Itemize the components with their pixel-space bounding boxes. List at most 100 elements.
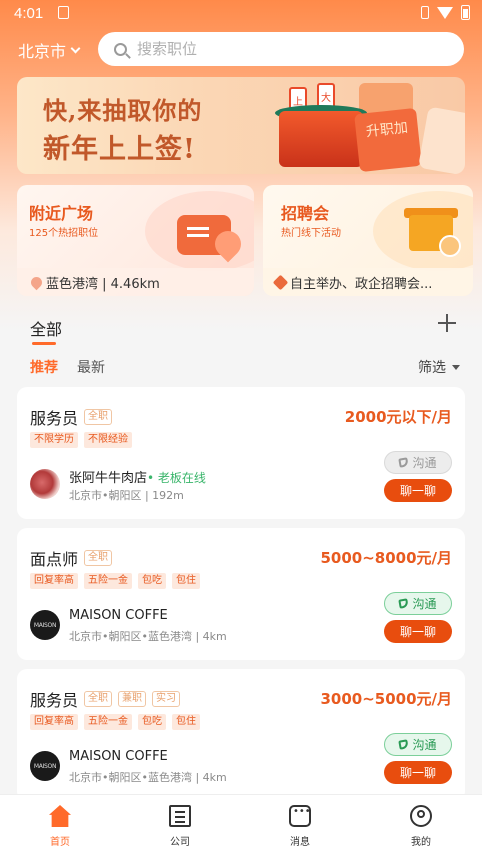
nav-label: 公司 — [170, 837, 190, 848]
job-tag: 包吃 — [138, 573, 166, 589]
add-icon[interactable] — [438, 314, 456, 332]
vibrate-icon — [421, 6, 429, 19]
job-type-chip: 全职 — [84, 691, 113, 707]
job-title: 服务员 — [30, 409, 79, 428]
job-title: 面点师 — [30, 550, 79, 569]
online-status: • 老板在线 — [147, 471, 206, 485]
nav-label: 我的 — [411, 837, 431, 848]
contact-button[interactable]: 沟通 — [384, 733, 452, 756]
sim-icon — [58, 6, 69, 19]
banner-card-art — [418, 106, 465, 174]
job-tag: 包吃 — [138, 714, 166, 730]
shop-name: MAISON COFFE — [69, 749, 168, 764]
job-tag: 包住 — [172, 714, 200, 730]
nav-label: 首页 — [50, 837, 70, 848]
contact-label: 沟通 — [412, 597, 437, 611]
contact-label: 沟通 — [412, 456, 437, 470]
contact-button[interactable]: 沟通 — [384, 592, 452, 615]
job-tag: 五险一金 — [84, 714, 132, 730]
tile-subtitle: 热门线下活动 — [281, 228, 341, 239]
status-time: 4:01 — [14, 5, 44, 22]
status-bar: 4:01 — [0, 0, 482, 26]
nav-item-profile[interactable]: 我的 — [391, 805, 451, 848]
search-icon — [114, 42, 127, 56]
job-card[interactable]: 服务员 全职 2000元以下/月 不限学历 不限经验 张阿牛牛肉店• 老板在线 … — [17, 387, 465, 519]
active-underline — [32, 342, 56, 345]
job-address: 北京市•朝阳区•蓝色港湾 | 4km — [69, 630, 227, 643]
phone-icon — [398, 457, 410, 468]
job-tag: 回复率高 — [30, 573, 78, 589]
tile-footer-text: 自主举办、政企招聘会... — [290, 276, 433, 292]
chevron-down-icon — [70, 43, 81, 53]
job-type-chip: 实习 — [152, 691, 181, 707]
banner-line2: 新年上上签! — [43, 134, 196, 165]
company-icon — [169, 805, 191, 827]
job-card[interactable]: 服务员 全职 兼职 实习 3000~5000元/月 回复率高 五险一金 包吃 包… — [17, 669, 465, 801]
profile-icon — [410, 805, 432, 827]
job-fair-tile[interactable]: 招聘会 热门线下活动 自主举办、政企招聘会... — [263, 185, 473, 296]
home-icon — [49, 805, 71, 827]
nav-label: 消息 — [290, 837, 310, 848]
promo-banner[interactable]: 快,来抽取你的 新年上上签! 上吉 大吉 升职加 — [17, 77, 465, 174]
location-pin-icon — [28, 274, 45, 290]
job-address: 北京市•朝阳区•蓝色港湾 | 4km — [69, 771, 227, 784]
tile-subtitle: 125个热招职位 — [29, 228, 99, 239]
job-card[interactable]: 面点师 全职 5000~8000元/月 回复率高 五险一金 包吃 包住 MAIS… — [17, 528, 465, 660]
search-input[interactable] — [137, 40, 417, 58]
job-type-chip: 兼职 — [118, 691, 147, 707]
shop-avatar: MAISON — [30, 610, 60, 640]
shop-avatar — [30, 469, 60, 499]
phone-icon — [398, 598, 410, 609]
bottom-navigation: 首页 公司 消息 我的 — [0, 794, 482, 858]
tag-icon — [272, 274, 289, 290]
wifi-icon — [437, 6, 453, 19]
shop-name: 张阿牛牛肉店 — [69, 471, 148, 486]
shop-name: MAISON COFFE — [69, 608, 168, 623]
section-title-text: 全部 — [30, 320, 63, 339]
chat-button[interactable]: 聊一聊 — [384, 479, 452, 502]
tab-recommend[interactable]: 推荐 — [30, 357, 58, 377]
building-badge-icon — [439, 235, 461, 257]
job-tag: 不限经验 — [84, 432, 132, 448]
job-tag: 五险一金 — [84, 573, 132, 589]
chat-button[interactable]: 聊一聊 — [384, 620, 452, 643]
shop-name-line: 张阿牛牛肉店• 老板在线 — [69, 467, 206, 486]
job-tag: 包住 — [172, 573, 200, 589]
nav-item-company[interactable]: 公司 — [150, 805, 210, 848]
contact-button[interactable]: 沟通 — [384, 451, 452, 474]
salary: 3000~5000元/月 — [320, 690, 452, 708]
city-selector[interactable]: 北京市 — [18, 38, 81, 62]
tile-footer-text: 蓝色港湾 | 4.46km — [46, 276, 160, 292]
message-icon — [289, 805, 311, 827]
tile-footer: 自主举办、政企招聘会... — [263, 268, 473, 296]
tile-title: 附近广场 — [29, 204, 94, 223]
search-bar[interactable] — [98, 32, 464, 66]
tile-footer: 蓝色港湾 | 4.46km — [17, 268, 254, 296]
caret-down-icon — [452, 364, 460, 370]
job-tag: 不限学历 — [30, 432, 78, 448]
contact-label: 沟通 — [412, 738, 437, 752]
banner-line1: 快,来抽取你的 — [43, 96, 203, 125]
filter-button[interactable]: 筛选 — [418, 357, 460, 377]
job-title: 服务员 — [30, 691, 79, 710]
job-type-chip: 全职 — [84, 409, 113, 425]
phone-icon — [398, 739, 410, 750]
job-address: 北京市•朝阳区 | 192m — [69, 489, 184, 502]
salary: 2000元以下/月 — [344, 408, 452, 426]
nav-item-messages[interactable]: 消息 — [270, 805, 330, 848]
filter-label: 筛选 — [418, 360, 446, 376]
chat-button[interactable]: 聊一聊 — [384, 761, 452, 784]
city-label: 北京市 — [18, 42, 67, 61]
tile-title: 招聘会 — [281, 204, 330, 223]
folder-lines — [187, 227, 209, 230]
shop-avatar: MAISON — [30, 751, 60, 781]
section-title[interactable]: 全部 — [30, 316, 63, 345]
nearby-plaza-tile[interactable]: 附近广场 125个热招职位 蓝色港湾 | 4.46km — [17, 185, 254, 296]
salary: 5000~8000元/月 — [320, 549, 452, 567]
nav-item-home[interactable]: 首页 — [30, 805, 90, 848]
job-type-chip: 全职 — [84, 550, 113, 566]
tab-latest[interactable]: 最新 — [77, 357, 105, 377]
banner-card: 升职加 — [354, 107, 422, 173]
banner-fortune-cylinder — [279, 111, 363, 167]
battery-icon — [461, 5, 470, 20]
